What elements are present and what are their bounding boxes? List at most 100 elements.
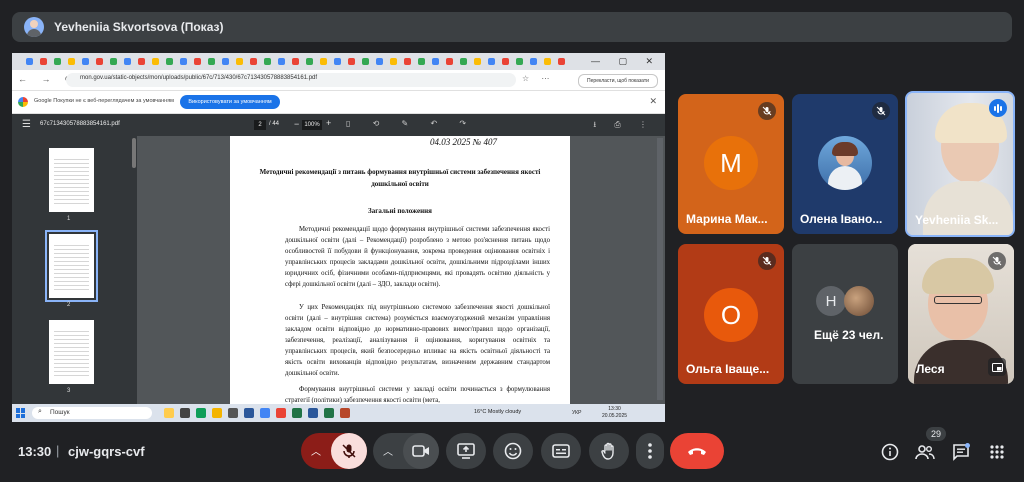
taskbar-app-icon[interactable] — [340, 408, 350, 418]
tab-icon[interactable] — [390, 58, 397, 65]
more-options-button[interactable] — [636, 433, 664, 469]
tab-icon[interactable] — [152, 58, 159, 65]
chevron-up-icon[interactable]: ︿ — [311, 443, 321, 458]
tab-icon[interactable] — [26, 58, 33, 65]
tab-icon[interactable] — [432, 58, 439, 65]
tab-icon[interactable] — [320, 58, 327, 65]
tab-icon[interactable] — [96, 58, 103, 65]
taskbar-app-icon[interactable] — [196, 408, 206, 418]
tab-icon[interactable] — [530, 58, 537, 65]
bookmark-star-icon[interactable]: ☆ ⋯ — [522, 74, 554, 83]
taskbar-app-icon[interactable] — [228, 408, 238, 418]
tab-icon[interactable] — [516, 58, 523, 65]
window-controls[interactable]: — ▢ ✕ — [591, 56, 661, 67]
tab-icon[interactable] — [278, 58, 285, 65]
pdf-scrollbar[interactable] — [657, 138, 663, 400]
mic-toggle-button[interactable] — [331, 433, 367, 469]
taskbar-app-icon[interactable] — [180, 408, 190, 418]
mic-off-icon — [758, 252, 776, 270]
google-logo-icon — [18, 97, 28, 107]
set-default-button[interactable]: Використовувати за умовчанням — [180, 95, 280, 109]
chat-button[interactable] — [950, 441, 972, 463]
participant-tile[interactable]: М Марина Мак... — [678, 94, 784, 234]
zoom-out-icon[interactable]: − — [294, 119, 299, 129]
tab-icon[interactable] — [558, 58, 565, 65]
zoom-in-icon[interactable]: + — [326, 118, 331, 128]
meeting-info-button[interactable] — [879, 441, 901, 463]
tab-icon[interactable] — [292, 58, 299, 65]
url-input[interactable]: mon.gov.ua/static-objects/mon/uploads/pu… — [66, 73, 516, 87]
tab-icon[interactable] — [460, 58, 467, 65]
taskbar-search[interactable]: ⌕ Пошук — [32, 407, 152, 419]
tab-icon[interactable] — [474, 58, 481, 65]
tab-icon[interactable] — [54, 58, 61, 65]
participant-tile[interactable]: О Ольга Іваще... — [678, 244, 784, 384]
tab-icon[interactable] — [404, 58, 411, 65]
sidebar-scrollbar[interactable] — [132, 138, 136, 168]
tab-icon[interactable] — [376, 58, 383, 65]
tab-icon[interactable] — [110, 58, 117, 65]
tab-icon[interactable] — [194, 58, 201, 65]
taskbar-app-icon[interactable] — [276, 408, 286, 418]
download-print-icons[interactable]: ⭳ ⎙ ⋮ — [593, 119, 655, 133]
tab-icon[interactable] — [306, 58, 313, 65]
reactions-button[interactable] — [493, 433, 533, 469]
fit-rotate-icons[interactable]: ▯ ⟲ ✎ ↶ ↷ — [346, 119, 476, 128]
tab-icon[interactable] — [264, 58, 271, 65]
raise-hand-button[interactable] — [589, 433, 629, 469]
pdf-thumbnails-sidebar: 1 2 3 — [12, 136, 137, 404]
taskbar-app-icon[interactable] — [164, 408, 174, 418]
tab-icon[interactable] — [334, 58, 341, 65]
taskbar-app-icon[interactable] — [308, 408, 318, 418]
people-button[interactable] — [914, 441, 936, 463]
keyboard-language[interactable]: УКР — [572, 410, 581, 416]
tab-icon[interactable] — [446, 58, 453, 65]
tab-icon[interactable] — [348, 58, 355, 65]
present-screen-button[interactable] — [446, 433, 486, 469]
more-participants-tile[interactable]: Н Ещё 23 чел. — [792, 244, 898, 384]
tab-icon[interactable] — [236, 58, 243, 65]
menu-icon[interactable]: ☰ — [22, 119, 31, 130]
tab-icon[interactable] — [180, 58, 187, 65]
tab-icon[interactable] — [502, 58, 509, 65]
taskbar-app-icon[interactable] — [244, 408, 254, 418]
tab-icon[interactable] — [418, 58, 425, 65]
tab-icon[interactable] — [82, 58, 89, 65]
activities-button[interactable] — [986, 441, 1008, 463]
captions-button[interactable] — [541, 433, 581, 469]
page-thumbnail[interactable] — [49, 320, 94, 384]
tab-icon[interactable] — [362, 58, 369, 65]
tab-icon[interactable] — [544, 58, 551, 65]
tab-icon[interactable] — [68, 58, 75, 65]
participant-tile-speaking[interactable]: Yevheniia Sk... — [905, 91, 1015, 237]
tab-icon[interactable] — [250, 58, 257, 65]
tab-icon[interactable] — [488, 58, 495, 65]
meeting-code: cjw-gqrs-cvf — [68, 444, 145, 459]
taskbar-clock[interactable]: 13:30 20.05.2025 — [602, 406, 627, 420]
tab-icon[interactable] — [208, 58, 215, 65]
taskbar-app-icon[interactable] — [324, 408, 334, 418]
more-participants-label: Ещё 23 чел. — [814, 328, 884, 342]
taskbar-app-icon[interactable] — [260, 408, 270, 418]
tab-icon[interactable] — [222, 58, 229, 65]
page-thumbnail[interactable] — [45, 230, 98, 302]
camera-toggle-button[interactable] — [403, 433, 439, 469]
leave-call-button[interactable] — [670, 433, 724, 469]
participant-tile[interactable]: Леся — [908, 244, 1014, 384]
zoom-level[interactable]: 100% — [302, 120, 322, 130]
participant-tile[interactable]: Олена Івано... — [792, 94, 898, 234]
tab-icon[interactable] — [166, 58, 173, 65]
windows-start-icon[interactable] — [16, 408, 26, 418]
tab-icon[interactable] — [124, 58, 131, 65]
taskbar-app-icon[interactable] — [212, 408, 222, 418]
weather-widget[interactable]: 16°C Mostly cloudy — [474, 409, 521, 415]
translate-button[interactable]: Перекласти, щоб показати — [578, 74, 658, 88]
page-thumbnail[interactable] — [49, 148, 94, 212]
tab-icon[interactable] — [138, 58, 145, 65]
tab-icon[interactable] — [40, 58, 47, 65]
chevron-up-icon[interactable]: ︿ — [383, 443, 393, 458]
page-number-input[interactable]: 2 — [254, 120, 266, 130]
pip-icon[interactable] — [988, 358, 1006, 376]
taskbar-app-icon[interactable] — [292, 408, 302, 418]
close-icon[interactable]: ✕ — [649, 96, 657, 107]
